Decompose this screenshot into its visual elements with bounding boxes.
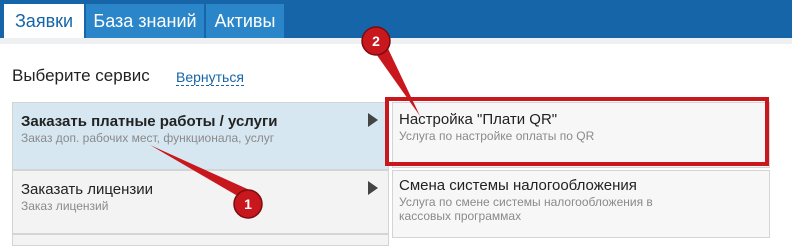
service-plati-qr[interactable]: Настройка "Плати QR" Услуга по настройке… xyxy=(392,102,770,168)
service-title: Смена системы налогообложения xyxy=(399,177,637,194)
category-subtitle: Заказ лицензий xyxy=(21,199,109,213)
tab-knowledge-base[interactable]: База знаний xyxy=(86,4,204,38)
service-title: Настройка "Плати QR" xyxy=(399,111,558,128)
category-title: Заказать лицензии xyxy=(21,181,154,198)
category-paid-services[interactable]: Заказать платные работы / услуги Заказ д… xyxy=(12,102,389,170)
category-licenses[interactable]: Заказать лицензии Заказ лицензий xyxy=(12,170,389,234)
tab-assets[interactable]: Активы xyxy=(206,4,284,38)
tab-requests[interactable]: Заявки xyxy=(4,4,84,38)
service-subtitle: Услуга по смене системы налогообложения … xyxy=(399,195,653,223)
service-subtitle: Услуга по настройке оплаты по QR xyxy=(399,129,595,143)
page-title: Выберите сервис xyxy=(12,66,150,85)
arrow-right-icon xyxy=(368,113,378,127)
category-title: Заказать платные работы / услуги xyxy=(21,113,278,130)
category-subtitle: Заказ доп. рабочих мест, функционала, ус… xyxy=(21,131,275,145)
arrow-right-icon xyxy=(368,181,378,195)
category-item-partial[interactable] xyxy=(12,234,389,246)
service-tax-system-change[interactable]: Смена системы налогообложения Услуга по … xyxy=(392,170,770,238)
back-link[interactable]: Вернуться xyxy=(176,69,244,86)
